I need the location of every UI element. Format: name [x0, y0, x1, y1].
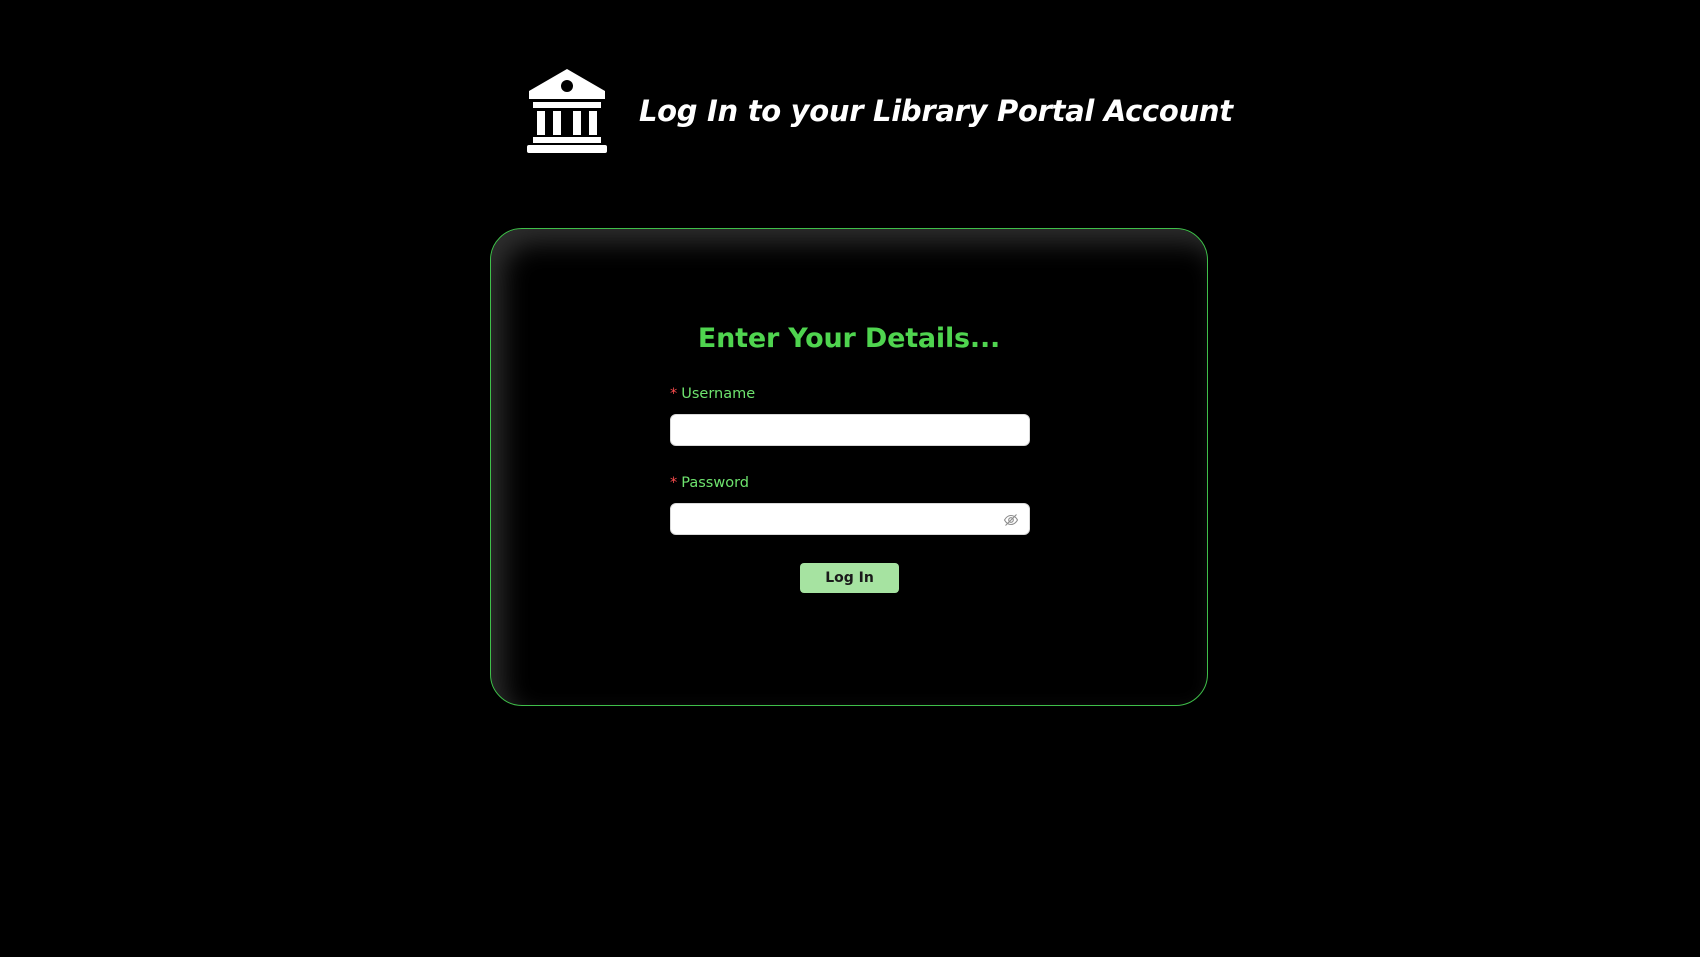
form-heading: Enter Your Details...	[697, 323, 1001, 354]
username-field-wrapper	[670, 414, 1030, 446]
password-field-wrapper	[670, 503, 1030, 535]
eye-invisible-icon[interactable]	[1003, 512, 1019, 528]
password-label-text: Password	[681, 475, 749, 491]
bank-icon	[527, 69, 607, 153]
page-title: Log In to your Library Portal Account	[639, 94, 1233, 128]
page-header: Log In to your Library Portal Account	[527, 68, 1233, 154]
password-input[interactable]	[671, 504, 1029, 534]
username-label: * Username	[670, 386, 755, 402]
username-input[interactable]	[671, 415, 1029, 445]
username-label-text: Username	[681, 386, 756, 402]
password-label: * Password	[670, 475, 749, 491]
login-card: Enter Your Details... * Username * Passwor…	[490, 228, 1208, 706]
login-page: Log In to your Library Portal Account En…	[0, 0, 1700, 957]
login-button[interactable]: Log In	[800, 563, 899, 593]
required-marker: *	[670, 475, 678, 491]
required-marker: *	[670, 386, 678, 402]
